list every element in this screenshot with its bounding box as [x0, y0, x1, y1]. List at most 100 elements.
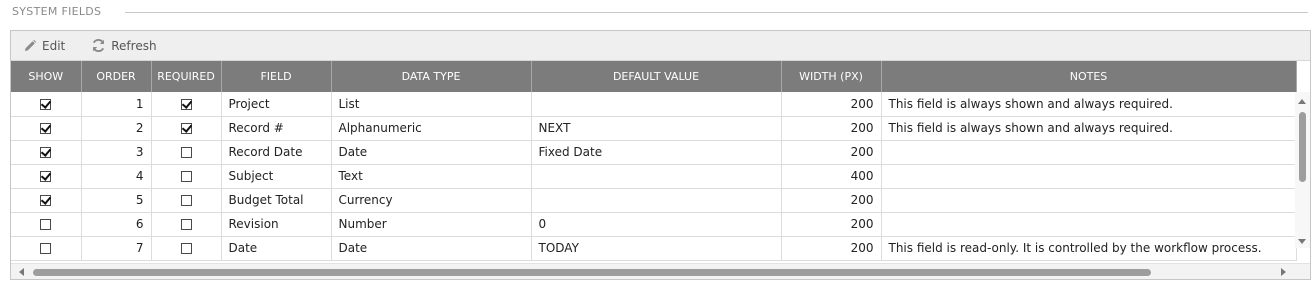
required-checkbox[interactable]: [180, 123, 192, 134]
refresh-icon: [91, 38, 106, 53]
horizontal-scroll-thumb[interactable]: [33, 269, 1151, 276]
table-row[interactable]: 1 Project List 200 This field is always show…: [11, 92, 1297, 117]
notes-cell: This field is always shown and always re…: [881, 92, 1297, 117]
table-row[interactable]: 4 Subject Text 400: [11, 164, 1297, 189]
scroll-down-icon[interactable]: [1298, 239, 1306, 244]
refresh-button-label: Refresh: [111, 38, 157, 53]
order-cell: 1: [81, 92, 152, 117]
field-name-cell: Subject: [221, 164, 332, 189]
edit-button-label: Edit: [42, 38, 66, 53]
show-cell: [11, 92, 82, 117]
required-checkbox[interactable]: [180, 98, 192, 110]
default-value-cell: [531, 188, 782, 213]
field-name-cell: Revision: [221, 212, 332, 237]
show-checkbox[interactable]: [40, 195, 52, 206]
width-cell: 200: [781, 188, 882, 213]
show-cell: [11, 236, 82, 261]
data-type-cell: Date: [331, 140, 532, 165]
required-checkbox[interactable]: [180, 219, 192, 230]
column-header-field[interactable]: FIELD: [221, 61, 332, 92]
notes-cell: [881, 164, 1297, 189]
order-cell: 2: [81, 116, 152, 141]
table-row[interactable]: 3 Record Date Date Fixed Date 200: [11, 140, 1297, 165]
required-cell: [151, 92, 222, 117]
data-type-cell: Number: [331, 212, 532, 237]
pencil-icon: [23, 39, 37, 53]
refresh-button[interactable]: Refresh: [91, 38, 157, 53]
column-header-order[interactable]: ORDER: [81, 61, 152, 92]
column-header-required[interactable]: REQUIRED: [151, 61, 222, 92]
width-cell: 200: [781, 236, 882, 261]
fields-grid: SHOW ORDER REQUIRED FIELD DATA TYPE DEFA…: [11, 61, 1310, 279]
show-checkbox[interactable]: [40, 147, 52, 158]
default-value-cell: TODAY: [531, 236, 782, 261]
show-cell: [11, 212, 82, 237]
vertical-scroll-thumb[interactable]: [1299, 112, 1306, 182]
show-checkbox[interactable]: [40, 123, 52, 134]
field-name-cell: Record #: [221, 116, 332, 141]
section-title: SYSTEM FIELDS: [12, 5, 102, 18]
column-header-notes[interactable]: NOTES: [881, 61, 1297, 92]
data-type-cell: Date: [331, 236, 532, 261]
order-cell: 4: [81, 164, 152, 189]
width-cell: 200: [781, 212, 882, 237]
required-cell: [151, 164, 222, 189]
edit-button[interactable]: Edit: [23, 39, 65, 53]
required-checkbox[interactable]: [180, 195, 192, 206]
required-checkbox[interactable]: [180, 171, 192, 182]
notes-cell: [881, 212, 1297, 237]
default-value-cell: 0: [531, 212, 782, 237]
scroll-up-icon[interactable]: [1298, 99, 1306, 104]
show-cell: [11, 188, 82, 213]
notes-cell: This field is always shown and always re…: [881, 116, 1297, 141]
default-value-cell: [531, 92, 782, 117]
required-checkbox[interactable]: [180, 243, 192, 254]
show-checkbox[interactable]: [40, 98, 52, 110]
required-cell: [151, 236, 222, 261]
data-type-cell: Currency: [331, 188, 532, 213]
order-cell: 5: [81, 188, 152, 213]
field-name-cell: Budget Total: [221, 188, 332, 213]
table-row[interactable]: 7 Date Date TODAY 200 This field is read-only…: [11, 236, 1297, 261]
column-header-data-type[interactable]: DATA TYPE: [331, 61, 532, 92]
show-checkbox[interactable]: [40, 243, 52, 254]
toolbar: Edit Refresh: [11, 31, 1310, 61]
required-cell: [151, 212, 222, 237]
field-name-cell: Record Date: [221, 140, 332, 165]
table-row[interactable]: 5 Budget Total Currency 200: [11, 188, 1297, 213]
table-row[interactable]: 2 Record # Alphanumeric NEXT 200 This field i…: [11, 116, 1297, 141]
column-header-show[interactable]: SHOW: [11, 61, 82, 92]
column-header-default-value[interactable]: DEFAULT VALUE: [531, 61, 782, 92]
default-value-cell: NEXT: [531, 116, 782, 141]
notes-cell: [881, 140, 1297, 165]
scroll-left-icon[interactable]: [19, 268, 24, 276]
horizontal-scrollbar[interactable]: [11, 263, 1310, 279]
default-value-cell: Fixed Date: [531, 140, 782, 165]
field-name-cell: Date: [221, 236, 332, 261]
show-checkbox[interactable]: [40, 219, 52, 230]
scroll-right-icon[interactable]: [1281, 268, 1286, 276]
required-cell: [151, 116, 222, 141]
order-cell: 3: [81, 140, 152, 165]
data-type-cell: List: [331, 92, 532, 117]
required-checkbox[interactable]: [180, 147, 192, 158]
width-cell: 400: [781, 164, 882, 189]
field-name-cell: Project: [221, 92, 332, 117]
required-cell: [151, 140, 222, 165]
data-type-cell: Text: [331, 164, 532, 189]
show-checkbox[interactable]: [40, 171, 52, 182]
notes-cell: This field is read-only. It is controlle…: [881, 236, 1297, 261]
order-cell: 7: [81, 236, 152, 261]
data-type-cell: Alphanumeric: [331, 116, 532, 141]
vertical-scrollbar[interactable]: [1295, 92, 1310, 248]
show-cell: [11, 140, 82, 165]
column-header-width[interactable]: WIDTH (PX): [781, 61, 882, 92]
required-cell: [151, 188, 222, 213]
system-fields-panel: Edit Refresh SHOW ORDER REQUIRED FIELD D…: [10, 30, 1311, 280]
table-row[interactable]: 6 Revision Number 0 200: [11, 212, 1297, 237]
show-cell: [11, 164, 82, 189]
width-cell: 200: [781, 116, 882, 141]
section-divider: [125, 12, 1308, 13]
default-value-cell: [531, 164, 782, 189]
table-header-row: SHOW ORDER REQUIRED FIELD DATA TYPE DEFA…: [11, 61, 1297, 92]
